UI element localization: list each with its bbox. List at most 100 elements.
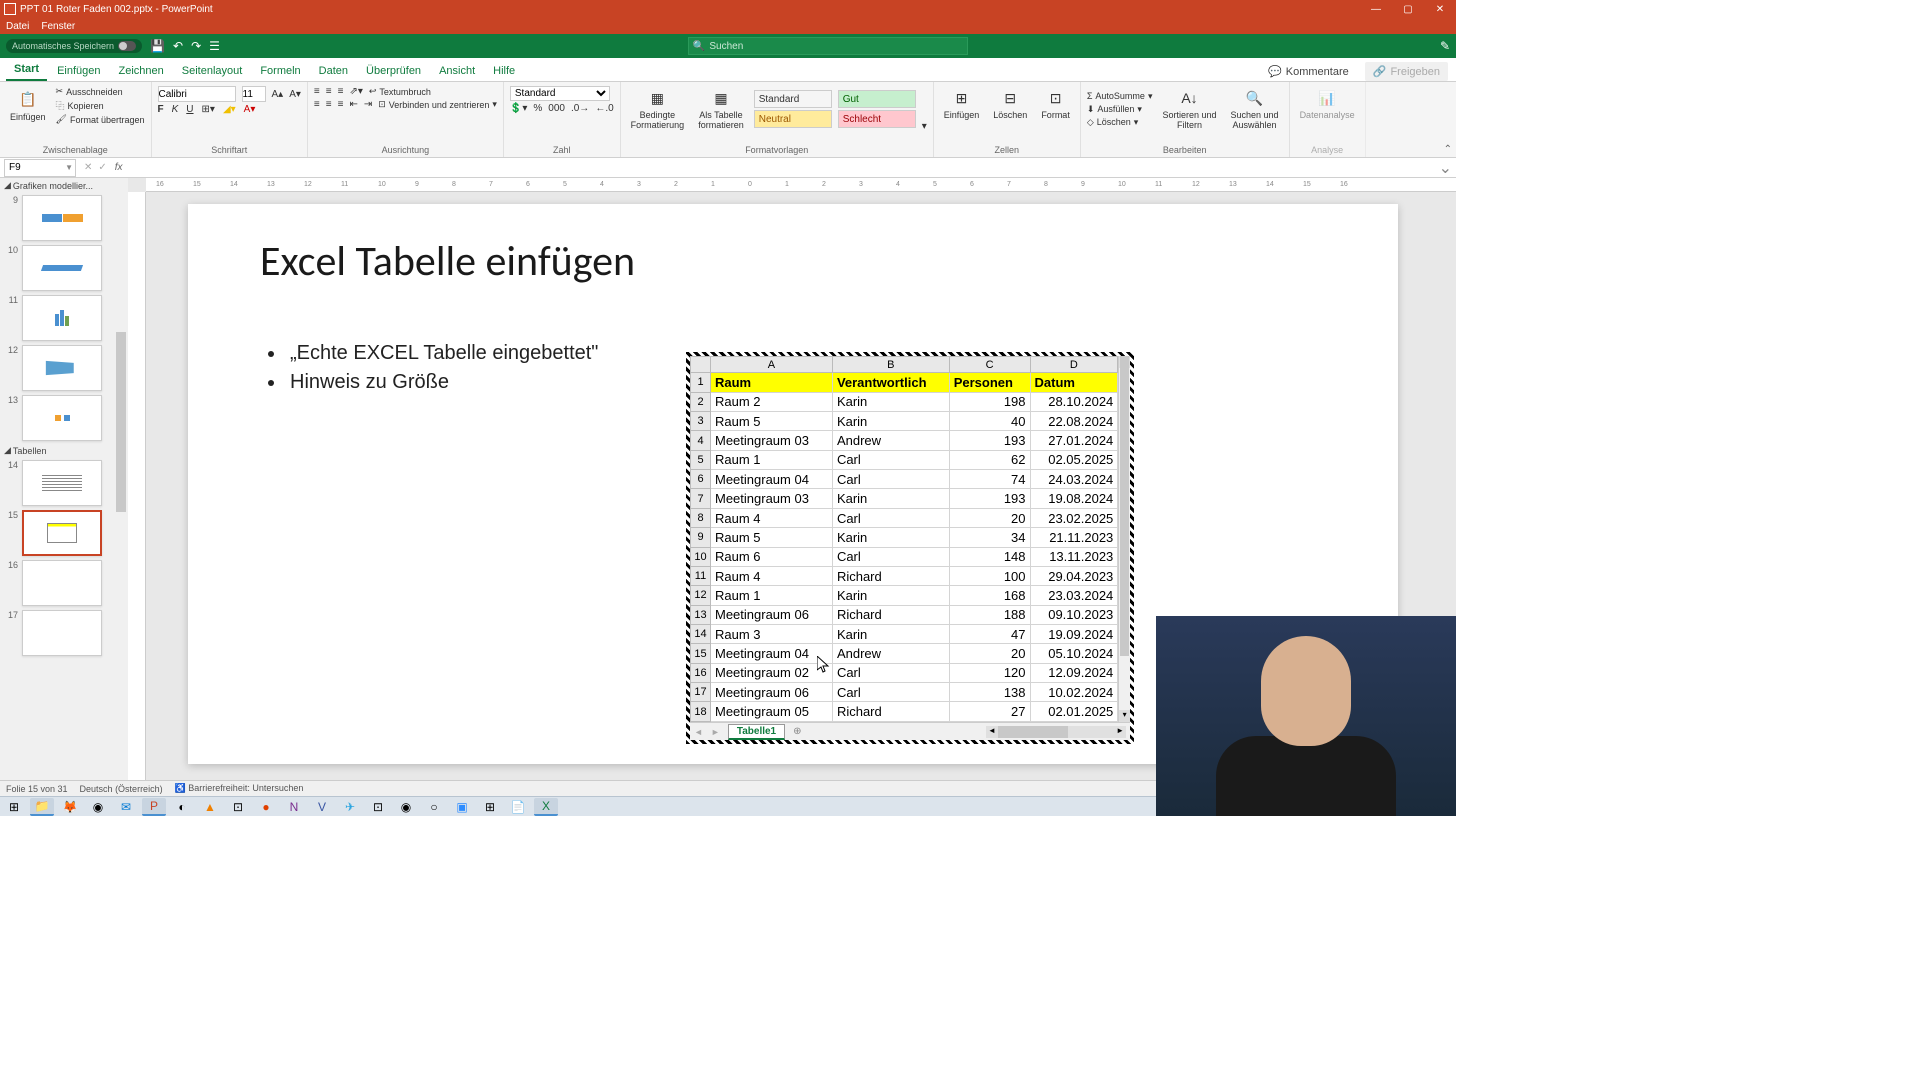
taskbar-explorer-icon[interactable]: 📁 — [30, 798, 54, 816]
slide-thumb-17[interactable] — [22, 610, 102, 656]
scroll-down-icon[interactable]: ▾ — [1119, 710, 1130, 722]
cell[interactable]: Raum — [711, 373, 833, 392]
cell[interactable]: 188 — [949, 605, 1030, 624]
increase-indent-icon[interactable]: ⇥ — [364, 99, 372, 110]
paste-button[interactable]: 📋Einfügen — [6, 88, 50, 124]
delete-cells-button[interactable]: ⊟Löschen — [989, 86, 1031, 122]
insert-cells-button[interactable]: ⊞Einfügen — [940, 86, 984, 122]
decrease-indent-icon[interactable]: ⇤ — [349, 99, 357, 110]
slide-thumb-16[interactable] — [22, 560, 102, 606]
cell[interactable]: 19.08.2024 — [1030, 489, 1118, 508]
formula-input[interactable] — [127, 160, 1435, 176]
tab-seitenlayout[interactable]: Seitenlayout — [174, 61, 251, 81]
border-button[interactable]: ⊞▾ — [202, 104, 215, 115]
taskbar-zoom-icon[interactable]: ▣ — [450, 798, 474, 816]
cell[interactable]: 21.11.2023 — [1030, 528, 1118, 547]
font-color-button[interactable]: A▾ — [244, 104, 256, 115]
tab-ueberpruefen[interactable]: Überprüfen — [358, 61, 429, 81]
cell[interactable]: 23.02.2025 — [1030, 508, 1118, 527]
merge-button[interactable]: ⊡ Verbinden und zentrieren ▾ — [378, 99, 497, 110]
slide-thumb-14[interactable] — [22, 460, 102, 506]
save-icon[interactable]: 💾 — [150, 39, 165, 53]
row-header[interactable]: 2 — [691, 392, 711, 411]
wrap-text-button[interactable]: ↩ Textumbruch — [369, 86, 431, 97]
cell[interactable]: 02.01.2025 — [1030, 702, 1118, 722]
row-header[interactable]: 3 — [691, 412, 711, 431]
pen-icon[interactable]: ✎ — [1440, 39, 1450, 53]
cell-style-standard[interactable]: Standard — [754, 90, 832, 108]
styles-more-icon[interactable]: ▾ — [922, 121, 927, 132]
cell[interactable]: 74 — [949, 470, 1030, 489]
increase-font-icon[interactable]: A▴ — [272, 89, 284, 100]
cell[interactable]: 198 — [949, 392, 1030, 411]
taskbar-vlc-icon[interactable]: ▲ — [198, 798, 222, 816]
row-header[interactable]: 17 — [691, 683, 711, 702]
cell[interactable]: Karin — [832, 586, 949, 605]
cell[interactable]: Meetingraum 02 — [711, 663, 833, 682]
taskbar-obs-icon[interactable]: ◉ — [394, 798, 418, 816]
row-header[interactable]: 6 — [691, 470, 711, 489]
align-left-icon[interactable]: ≡ — [314, 99, 320, 110]
row-header[interactable]: 1 — [691, 373, 711, 392]
cell[interactable]: 27 — [949, 702, 1030, 722]
fx-icon[interactable]: fx — [115, 162, 123, 173]
tab-start[interactable]: Start — [6, 59, 47, 81]
cell[interactable]: Carl — [832, 508, 949, 527]
tab-einfuegen[interactable]: Einfügen — [49, 61, 108, 81]
taskbar-outlook-icon[interactable]: ✉ — [114, 798, 138, 816]
copy-button[interactable]: ⿻ Kopieren — [56, 99, 145, 112]
cell[interactable]: 13.11.2023 — [1030, 547, 1118, 566]
align-top-icon[interactable]: ≡ — [314, 86, 320, 97]
comments-button[interactable]: 💬 Kommentare — [1260, 62, 1357, 81]
fill-button[interactable]: ⬇ Ausfüllen ▾ — [1087, 104, 1153, 115]
font-size-combo[interactable] — [242, 86, 266, 102]
menu-datei[interactable]: Datei — [6, 21, 29, 32]
align-center-icon[interactable]: ≡ — [326, 99, 332, 110]
row-header[interactable]: 4 — [691, 431, 711, 450]
cell[interactable]: 168 — [949, 586, 1030, 605]
clear-button[interactable]: ◇ Löschen ▾ — [1087, 117, 1153, 128]
cell[interactable]: Carl — [832, 450, 949, 469]
row-header[interactable]: 9 — [691, 528, 711, 547]
slide-thumb-12[interactable] — [22, 345, 102, 391]
cell[interactable]: 22.08.2024 — [1030, 412, 1118, 431]
align-right-icon[interactable]: ≡ — [338, 99, 344, 110]
slide-thumb-13[interactable] — [22, 395, 102, 441]
cell[interactable]: 138 — [949, 683, 1030, 702]
align-middle-icon[interactable]: ≡ — [326, 86, 332, 97]
share-button[interactable]: 🔗 Freigeben — [1365, 62, 1448, 81]
expand-formula-icon[interactable]: ⌄ — [1435, 158, 1456, 178]
cell[interactable]: Karin — [832, 392, 949, 411]
cell[interactable]: Verantwortlich — [832, 373, 949, 392]
cell[interactable]: Raum 4 — [711, 566, 833, 585]
cell[interactable]: Karin — [832, 412, 949, 431]
row-header[interactable]: 11 — [691, 566, 711, 585]
cell[interactable]: 193 — [949, 489, 1030, 508]
close-button[interactable]: ✕ — [1424, 0, 1456, 18]
cell[interactable]: Carl — [832, 470, 949, 489]
row-header[interactable]: 18 — [691, 702, 711, 722]
cell[interactable]: 120 — [949, 663, 1030, 682]
scroll-left-icon[interactable]: ◄ — [986, 726, 998, 738]
redo-icon[interactable]: ↷ — [191, 39, 201, 53]
tab-ansicht[interactable]: Ansicht — [431, 61, 483, 81]
percent-icon[interactable]: % — [533, 103, 542, 114]
taskbar-powerpoint-icon[interactable]: P — [142, 798, 166, 816]
cell[interactable]: Raum 2 — [711, 392, 833, 411]
slide-thumb-15[interactable] — [22, 510, 102, 556]
cell[interactable]: 47 — [949, 624, 1030, 643]
start-button[interactable]: ⊞ — [2, 798, 26, 816]
name-box[interactable]: F9▼ — [4, 159, 76, 177]
cell[interactable]: Richard — [832, 702, 949, 722]
cell[interactable]: 10.02.2024 — [1030, 683, 1118, 702]
slide-thumb-10[interactable] — [22, 245, 102, 291]
align-bottom-icon[interactable]: ≡ — [338, 86, 344, 97]
find-select-button[interactable]: 🔍Suchen und Auswählen — [1227, 86, 1283, 132]
cell[interactable]: Carl — [832, 663, 949, 682]
row-header[interactable]: 15 — [691, 644, 711, 663]
cell[interactable]: Meetingraum 04 — [711, 470, 833, 489]
autosum-button[interactable]: Σ AutoSumme ▾ — [1087, 91, 1153, 102]
sheet-nav-prev-icon[interactable]: ◄ — [694, 727, 703, 737]
cell[interactable]: 28.10.2024 — [1030, 392, 1118, 411]
cell[interactable]: 193 — [949, 431, 1030, 450]
